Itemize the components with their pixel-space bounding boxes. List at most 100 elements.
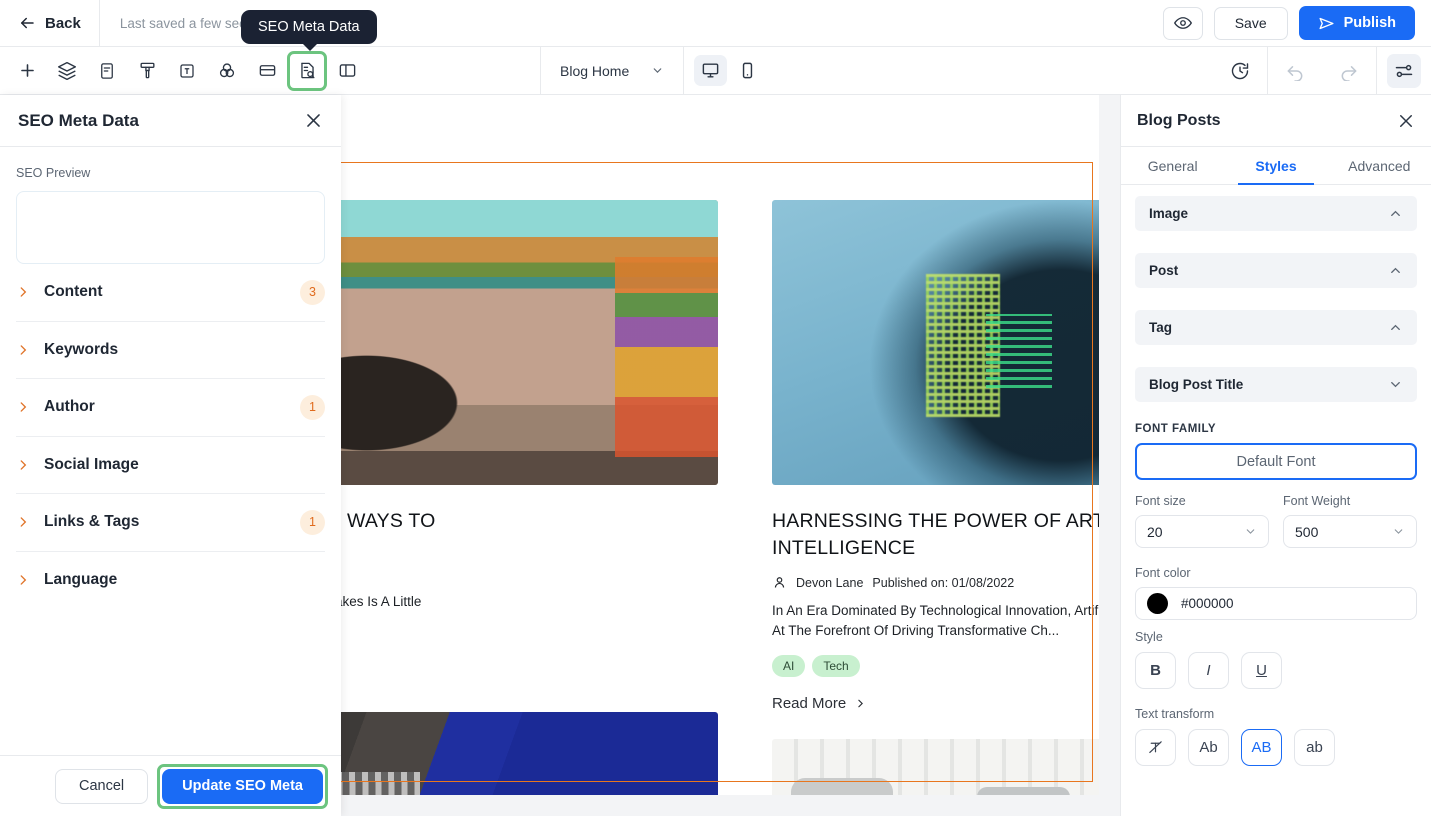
section-label: Post <box>1149 263 1179 278</box>
seo-section-author[interactable]: Author 1 <box>16 379 325 437</box>
tab-general[interactable]: General <box>1121 147 1224 184</box>
toolbar-divider-1 <box>1267 47 1268 94</box>
seo-section-content[interactable]: Content 3 <box>16 264 325 322</box>
seo-panel-footer: Cancel Update SEO Meta <box>0 755 341 816</box>
style-section-blog-post-title[interactable]: Blog Post Title <box>1135 367 1417 402</box>
redo-button[interactable] <box>1332 54 1366 88</box>
seo-section-language[interactable]: Language <box>16 552 325 610</box>
history-button[interactable] <box>1223 54 1257 88</box>
section-label: Blog Post Title <box>1149 377 1244 392</box>
underline-button[interactable]: U <box>1241 652 1282 689</box>
bold-button[interactable]: B <box>1135 652 1176 689</box>
seo-tooltip: SEO Meta Data <box>241 10 377 51</box>
toolbar-add-button[interactable] <box>10 54 44 88</box>
editor-toolbar: Blog Home <box>0 47 1431 95</box>
chevron-right-icon <box>16 343 30 357</box>
monitor-icon <box>702 63 719 78</box>
font-family-select[interactable]: Default Font <box>1135 443 1417 480</box>
phone-icon <box>743 62 753 79</box>
preview-button[interactable] <box>1162 6 1203 40</box>
office-desk-image <box>772 739 1099 795</box>
toolbar-text-button[interactable] <box>170 54 204 88</box>
color-circles-icon <box>219 62 235 77</box>
settings-panel-button[interactable] <box>1387 53 1421 88</box>
font-weight-select[interactable]: 500 <box>1283 515 1417 548</box>
font-size-label: Font size <box>1135 494 1186 508</box>
font-weight-value: 500 <box>1295 523 1319 540</box>
toolbar-layout-button[interactable] <box>330 54 364 88</box>
layers-icon <box>57 61 77 80</box>
transform-none-button[interactable] <box>1135 729 1176 766</box>
transform-uppercase-button[interactable]: AB <box>1241 729 1282 766</box>
post-tag[interactable]: Tech <box>812 655 860 677</box>
page-selector[interactable]: Blog Home <box>540 47 685 94</box>
blog-posts-grid: 5 SIMPLE WAYS TO I etimes, All It Takes … <box>252 200 1099 795</box>
post-author: Devon Lane <box>796 575 864 590</box>
update-seo-meta-highlight: Update SEO Meta <box>157 763 328 809</box>
chevron-up-icon <box>1391 324 1400 330</box>
blog-post-image[interactable] <box>772 739 1099 795</box>
seo-panel-close-button[interactable] <box>304 111 323 130</box>
right-panel-close-button[interactable] <box>1397 112 1415 130</box>
blog-post-card[interactable]: HARNESSING THE POWER OF ARTIFICIAL INTEL… <box>772 200 1099 795</box>
toolbar-design-button[interactable] <box>130 54 164 88</box>
back-button[interactable]: Back <box>0 0 99 46</box>
font-color-label: Font color <box>1135 566 1191 580</box>
blog-post-title[interactable]: HARNESSING THE POWER OF ARTIFICIAL INTEL… <box>772 508 1099 562</box>
style-section-post[interactable]: Post <box>1135 253 1417 288</box>
top-header: Back Last saved a few seconds ago Save P… <box>0 0 1431 47</box>
sliders-icon <box>1395 64 1413 77</box>
tab-advanced[interactable]: Advanced <box>1328 147 1431 184</box>
header-actions: Save Publish <box>1162 6 1431 40</box>
seo-section-keywords[interactable]: Keywords <box>16 322 325 379</box>
cancel-button[interactable]: Cancel <box>55 768 149 804</box>
seo-panel-body: SEO Preview Content 3 Keywords Author 1 … <box>0 147 341 755</box>
no-transform-icon <box>1149 741 1162 754</box>
device-desktop-button[interactable] <box>694 55 728 86</box>
text-box-icon <box>180 63 194 78</box>
publish-button[interactable]: Publish <box>1298 6 1415 40</box>
seo-panel-header: SEO Meta Data <box>0 95 341 147</box>
undo-button[interactable] <box>1278 54 1312 88</box>
seo-section-social-image[interactable]: Social Image <box>16 437 325 494</box>
toolbar-theme-button[interactable] <box>210 54 244 88</box>
toolbar-layers-button[interactable] <box>50 54 84 88</box>
chevron-down-icon <box>653 68 662 73</box>
style-section-tag[interactable]: Tag <box>1135 310 1417 345</box>
person-icon <box>774 577 785 588</box>
toolbar-pages-button[interactable] <box>90 54 124 88</box>
arrow-left-icon <box>21 17 34 29</box>
transform-lowercase-button[interactable]: ab <box>1294 729 1335 766</box>
font-family-label: FONT FAMILY <box>1135 423 1217 435</box>
redo-icon <box>1341 65 1357 81</box>
chevron-right-icon <box>16 573 30 587</box>
device-mobile-button[interactable] <box>731 55 764 86</box>
read-more-link[interactable]: Read More <box>772 695 1099 712</box>
seo-section-label: Social Image <box>44 455 139 473</box>
save-button[interactable]: Save <box>1213 6 1288 40</box>
style-section-image[interactable]: Image <box>1135 196 1417 231</box>
chevron-down-icon <box>1246 529 1255 534</box>
close-icon <box>307 114 320 127</box>
post-published-date: Published on: 01/08/2022 <box>872 575 1015 590</box>
blog-post-image[interactable] <box>772 200 1099 485</box>
transform-capitalize-button[interactable]: Ab <box>1188 729 1229 766</box>
color-swatch[interactable] <box>1147 593 1168 614</box>
chevron-right-icon <box>16 285 30 299</box>
chevron-right-icon <box>16 515 30 529</box>
toolbar-seo-button[interactable] <box>287 50 327 91</box>
right-panel-tabs: General Styles Advanced <box>1121 147 1431 185</box>
toolbar-sections-button[interactable] <box>250 54 284 88</box>
italic-button[interactable]: I <box>1188 652 1229 689</box>
post-tag[interactable]: AI <box>772 655 806 677</box>
chevron-down-icon <box>1394 529 1403 534</box>
seo-section-badge: 1 <box>300 394 325 420</box>
font-size-select[interactable]: 20 <box>1135 515 1269 548</box>
tab-styles[interactable]: Styles <box>1224 147 1327 185</box>
seo-section-links-tags[interactable]: Links & Tags 1 <box>16 494 325 552</box>
update-seo-meta-button[interactable]: Update SEO Meta <box>162 768 323 804</box>
font-color-picker[interactable]: #000000 <box>1135 587 1417 620</box>
brush-icon <box>139 62 155 79</box>
seo-meta-data-panel: SEO Meta Data SEO Preview Content 3 Keyw… <box>0 95 341 816</box>
seo-section-label: Links & Tags <box>44 513 140 531</box>
